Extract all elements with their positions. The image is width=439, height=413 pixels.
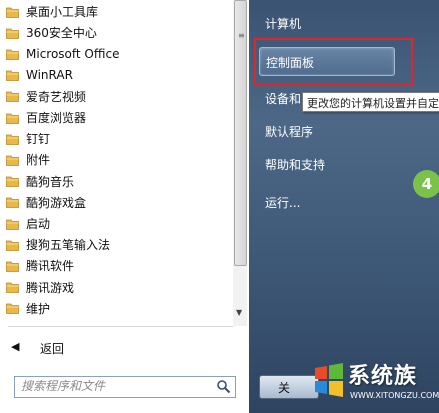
highlight-annotation-box — [254, 38, 413, 86]
program-list-item-label: WinRAR — [26, 68, 73, 83]
folder-icon — [6, 282, 19, 293]
program-list-item-label: 钉钉 — [26, 132, 51, 147]
program-list-item-label: 启动 — [26, 217, 51, 231]
folder-icon — [6, 155, 19, 166]
folder-icon — [6, 197, 19, 209]
menu-item-run[interactable]: 运行... — [255, 189, 300, 215]
program-list-item-label: 腾讯软件 — [26, 259, 75, 274]
menu-item-default-programs[interactable]: 默认程序 — [255, 118, 313, 144]
menu-item-computer[interactable]: 计算机 — [255, 10, 301, 36]
program-list-item-label: Microsoft Office — [26, 46, 120, 61]
program-list-item[interactable]: 酷狗音乐 — [0, 171, 232, 192]
search-icon[interactable] — [216, 379, 231, 394]
folder-icon — [6, 219, 19, 230]
program-list-item[interactable]: 搜狗五笔输入法 — [0, 234, 232, 255]
program-list-item-label: 百度浏览器 — [26, 111, 87, 125]
folder-icon — [6, 113, 19, 124]
back-button[interactable]: ◀ 返回 — [0, 337, 232, 359]
program-list-item[interactable]: 桌面小工具库 — [0, 1, 232, 22]
watermark-title: 系统族 — [348, 364, 418, 389]
tooltip-text: 更改您的计算机设置并自定 — [307, 97, 439, 110]
program-list-item[interactable]: 附件 — [0, 149, 232, 170]
folder-icon — [6, 7, 19, 18]
program-list-item-label: 搜狗五笔输入法 — [26, 238, 111, 253]
scroll-down-arrow-icon[interactable]: ▼ — [236, 308, 242, 317]
windows-logo-icon — [315, 363, 343, 397]
program-list-item[interactable]: 爱奇艺视频 — [0, 86, 232, 107]
program-list-item-label: 桌面小工具库 — [26, 5, 99, 19]
folder-icon — [6, 134, 19, 145]
folder-icon — [6, 261, 19, 272]
search-box[interactable] — [14, 376, 236, 398]
back-label: 返回 — [40, 342, 65, 356]
menu-item-devices-label: 设备和 — [265, 91, 302, 106]
program-list-item-label: 酷狗游戏盒 — [26, 195, 87, 210]
program-list-item[interactable]: Microsoft Office — [0, 43, 232, 64]
program-list-item[interactable]: 维护 — [0, 298, 232, 319]
program-list-item[interactable]: 百度浏览器 — [0, 107, 232, 128]
start-menu-left-panel: 桌面小工具库 360安全中心 Microsoft Office WinRAR 爱奇艺视频… — [0, 0, 249, 413]
divider — [8, 326, 233, 327]
menu-item-help[interactable]: 帮助和支持 — [255, 151, 325, 177]
program-list-scrollbar[interactable]: ≡ ▼ — [233, 0, 247, 326]
shutdown-button[interactable]: 关 — [259, 375, 319, 399]
program-list-item-label: 酷狗音乐 — [26, 174, 75, 189]
program-list-item[interactable]: WinRAR — [0, 65, 232, 86]
watermark-url: WWW.XITONGZU.COM — [350, 391, 439, 400]
folder-icon — [6, 49, 19, 60]
folder-icon — [6, 176, 19, 187]
step-badge: 4 — [413, 170, 439, 198]
tooltip: 更改您的计算机设置并自定 — [302, 92, 439, 112]
back-arrow-icon: ◀ — [11, 340, 20, 353]
folder-icon — [6, 303, 19, 315]
program-list-item-label: 360安全中心 — [26, 26, 97, 41]
folder-icon — [6, 70, 19, 81]
program-list-item-label: 腾讯游戏 — [26, 280, 75, 295]
program-list-item[interactable]: 360安全中心 — [0, 22, 232, 43]
program-list-item[interactable]: 腾讯软件 — [0, 255, 232, 276]
search-input[interactable] — [21, 378, 211, 394]
scrollbar-grip-icon: ≡ — [238, 31, 245, 40]
program-list-item-label: 附件 — [26, 153, 51, 168]
folder-icon — [6, 91, 19, 103]
shutdown-label: 关 — [278, 381, 291, 395]
folder-icon — [6, 28, 19, 39]
step-badge-text: 4 — [421, 175, 433, 193]
scrollbar-thumb[interactable]: ≡ — [234, 0, 247, 266]
program-list: 桌面小工具库 360安全中心 Microsoft Office WinRAR 爱奇艺视频… — [0, 0, 232, 326]
program-list-item[interactable]: 钉钉 — [0, 128, 232, 149]
program-list-item-label: 爱奇艺视频 — [26, 89, 87, 104]
program-list-item[interactable]: 腾讯游戏 — [0, 277, 232, 298]
menu-item-computer-label: 计算机 — [265, 16, 302, 31]
menu-item-devices[interactable]: 设备和 — [255, 85, 301, 111]
menu-item-default-programs-label: 默认程序 — [265, 124, 314, 139]
program-list-item[interactable]: 酷狗游戏盒 — [0, 192, 232, 213]
program-list-item[interactable]: 启动 — [0, 213, 232, 234]
folder-icon — [6, 240, 19, 251]
program-list-item-label: 维护 — [26, 301, 51, 316]
menu-item-help-label: 帮助和支持 — [265, 157, 326, 172]
menu-item-run-label: 运行... — [265, 195, 301, 210]
